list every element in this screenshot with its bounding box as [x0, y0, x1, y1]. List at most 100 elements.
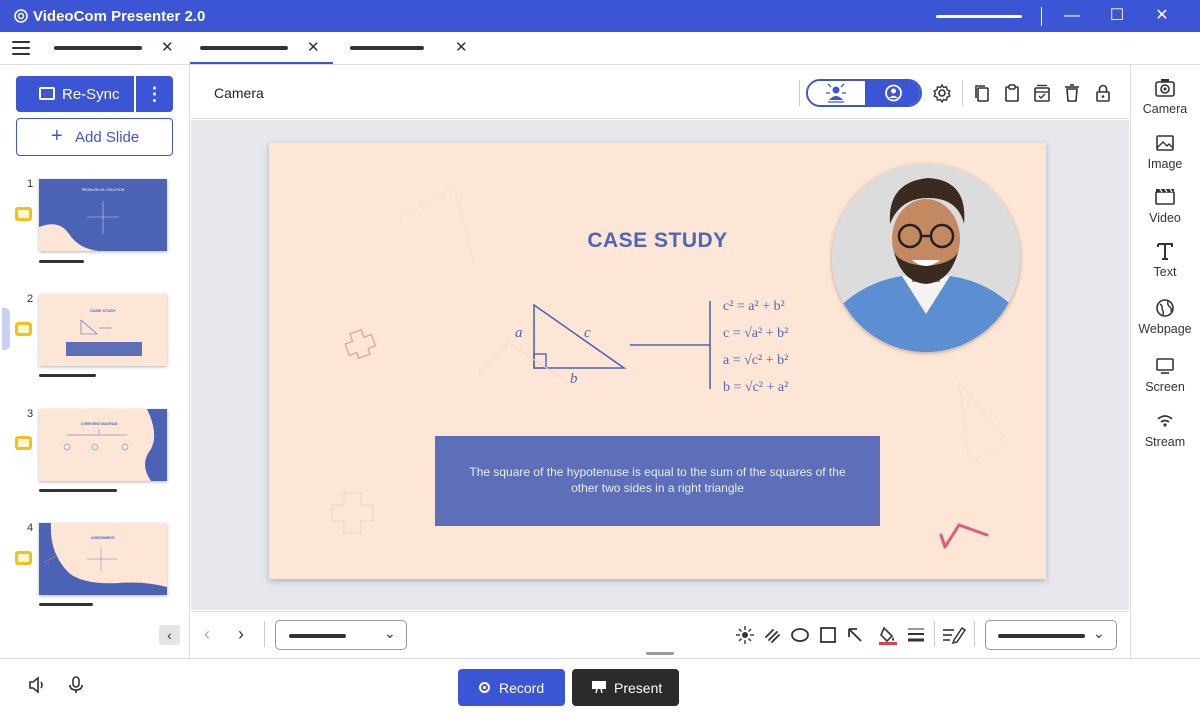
- microphone-icon[interactable]: [66, 675, 86, 695]
- archive-icon[interactable]: [1032, 83, 1052, 103]
- selected-slide-indicator: [2, 308, 10, 350]
- thumb-art: CASE STUDY: [66, 308, 142, 356]
- presentation-icon: [592, 681, 606, 693]
- source-label: Webpage: [1138, 322, 1192, 336]
- source-image[interactable]: Image: [1130, 132, 1200, 171]
- present-label: Present: [614, 680, 663, 696]
- slide-badge-icon: [15, 322, 32, 336]
- camera-icon: [1155, 79, 1175, 97]
- camera-feed-image: [832, 164, 1020, 352]
- layer-name: Camera: [214, 85, 264, 101]
- slide-number: 2: [27, 293, 34, 305]
- laser-pointer-icon[interactable]: [735, 625, 755, 645]
- tab-label-placeholder: [350, 46, 424, 50]
- more-options-icon[interactable]: ⋮: [136, 76, 173, 112]
- speaker-icon[interactable]: [27, 675, 47, 695]
- app-title: VideoCom Presenter 2.0: [33, 8, 206, 25]
- triangle-label-a: a: [515, 325, 523, 341]
- draw-icon[interactable]: [763, 625, 783, 645]
- source-stream[interactable]: Stream: [1130, 410, 1200, 449]
- slide-number: 4: [27, 522, 34, 534]
- app-logo-icon: [14, 9, 28, 23]
- resync-button[interactable]: Re-Sync: [16, 76, 134, 112]
- record-button[interactable]: Record: [458, 669, 565, 706]
- video-icon: [1155, 188, 1175, 205]
- camera-mode-toggle[interactable]: [806, 79, 922, 107]
- minimize-button[interactable]: —: [1061, 6, 1083, 26]
- triangle-label-c: c: [584, 325, 591, 341]
- dropdown-value-placeholder: [289, 634, 346, 638]
- background-blur-icon: [826, 83, 846, 103]
- add-slide-button[interactable]: + Add Slide: [16, 118, 173, 156]
- wifi-icon: [1157, 415, 1173, 427]
- source-video[interactable]: Video: [1130, 186, 1200, 225]
- source-label: Camera: [1142, 102, 1188, 116]
- collapse-panel-button[interactable]: ‹: [159, 625, 180, 645]
- source-text[interactable]: Text: [1130, 240, 1200, 279]
- image-icon: [1156, 135, 1174, 151]
- resync-label: Re-Sync: [62, 86, 120, 103]
- present-button[interactable]: Present: [572, 669, 679, 706]
- paste-icon[interactable]: [1002, 83, 1022, 103]
- arrow-icon[interactable]: [845, 625, 865, 645]
- slide-thumbnail-2[interactable]: CASE STUDY: [39, 294, 167, 366]
- tab-1[interactable]: ✕: [44, 32, 184, 64]
- title-placeholder-bar: [936, 15, 1022, 18]
- triangle-label-b: b: [570, 371, 578, 387]
- copy-icon[interactable]: [972, 83, 992, 103]
- camera-overlay[interactable]: [832, 164, 1020, 352]
- slide-thumbnail-4[interactable]: ASSESSMENT: [39, 523, 167, 595]
- source-webpage[interactable]: Webpage: [1130, 297, 1200, 336]
- settings-icon[interactable]: [932, 83, 952, 103]
- thumb-title: OVERVIEW DIAGRAM: [81, 422, 118, 426]
- hamburger-menu-icon[interactable]: [12, 41, 30, 55]
- fill-color-icon[interactable]: [878, 625, 898, 645]
- tab-close-icon[interactable]: ✕: [307, 38, 320, 56]
- resync-button-group: Re-Sync ⋮: [16, 76, 173, 112]
- plus-icon: +: [51, 125, 63, 147]
- slide-thumbnail-1[interactable]: PROBLEM VS. SOLUTION: [39, 179, 167, 251]
- lock-icon[interactable]: [1093, 83, 1113, 103]
- formula-2: c = √a² + b²: [723, 326, 789, 341]
- formula-1: c² = a² + b²: [723, 299, 785, 314]
- toolbar-separator: [974, 621, 975, 647]
- source-label: Image: [1147, 157, 1183, 171]
- toolbar-separator: [962, 80, 963, 106]
- slide-caption-bar: [39, 603, 93, 606]
- source-screen[interactable]: Screen: [1130, 355, 1200, 394]
- maximize-button[interactable]: ☐: [1106, 6, 1128, 26]
- close-window-button[interactable]: ✕: [1151, 6, 1173, 26]
- person-icon: [885, 84, 902, 102]
- dropdown-value-placeholder: [998, 634, 1085, 638]
- rectangle-icon[interactable]: [818, 625, 838, 645]
- delete-icon[interactable]: [1062, 83, 1082, 103]
- globe-icon: [1156, 299, 1174, 317]
- line-weight-icon[interactable]: [906, 625, 926, 645]
- text-edit-icon[interactable]: [942, 625, 966, 645]
- slide-caption-bar: [39, 374, 96, 377]
- add-slide-label: Add Slide: [75, 129, 140, 146]
- previous-slide-icon[interactable]: ‹: [204, 624, 210, 645]
- slide-badge-icon: [15, 436, 32, 450]
- tab-close-icon[interactable]: ✕: [161, 38, 174, 56]
- thumb-title: PROBLEM VS. SOLUTION: [82, 188, 125, 192]
- title-separator: [1041, 7, 1042, 26]
- tab-close-icon[interactable]: ✕: [455, 38, 468, 56]
- background-blur-option[interactable]: [808, 81, 865, 105]
- slide-thumbnail-3[interactable]: OVERVIEW DIAGRAM: [39, 409, 167, 481]
- monitor-icon: [39, 87, 55, 100]
- tab-3[interactable]: ✕: [340, 32, 480, 64]
- person-option[interactable]: [865, 81, 920, 105]
- record-icon: [479, 682, 490, 693]
- style-dropdown[interactable]: ⌄: [985, 620, 1117, 650]
- resize-grip[interactable]: [646, 652, 674, 655]
- next-slide-icon[interactable]: ›: [238, 624, 244, 645]
- source-label: Video: [1149, 211, 1181, 225]
- formula-3: a = √c² + b²: [723, 353, 789, 368]
- tab-2[interactable]: ✕: [190, 32, 333, 64]
- slide-dropdown[interactable]: ⌄: [275, 620, 407, 650]
- slide-caption-bar: [39, 260, 84, 263]
- formula-4: b = √c² + a²: [723, 380, 789, 395]
- ellipse-icon[interactable]: [790, 625, 810, 645]
- source-camera[interactable]: Camera: [1130, 77, 1200, 116]
